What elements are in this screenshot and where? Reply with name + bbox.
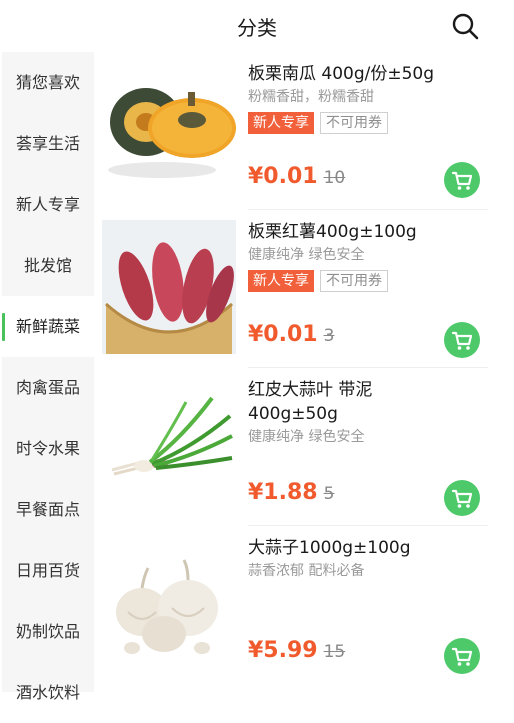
add-to-cart-button[interactable]	[444, 162, 480, 198]
product-price: ¥5.99	[248, 638, 318, 663]
product-desc: 蒜香浓郁 配料必备	[248, 563, 365, 579]
product-desc: 粉糯香甜，粉糯香甜	[248, 89, 374, 105]
product-name[interactable]: 板栗南瓜 400g/份±50g	[248, 62, 492, 86]
sidebar-item-label: 新人专享	[15, 195, 80, 214]
newcomer-tag: 新人专享	[248, 270, 314, 292]
sidebar-item-newcomer[interactable]: 新人专享	[2, 174, 94, 235]
product-price: ¥1.88	[248, 480, 318, 505]
search-button[interactable]	[449, 10, 481, 42]
product-name[interactable]: 大蒜子1000g±100g	[248, 536, 492, 560]
product-image[interactable]	[102, 62, 236, 196]
product-info: 红皮大蒜叶 带泥 400g±50g 健康纯净 绿色安全	[248, 378, 492, 448]
product-card[interactable]: 板栗红薯400g±100g 健康纯净 绿色安全 新人专享 不可用券 ¥0.01 3	[94, 210, 514, 368]
product-tags: 新人专享 不可用券	[248, 112, 492, 136]
original-price: 3	[323, 326, 335, 346]
product-name[interactable]: 红皮大蒜叶 带泥 400g±50g	[248, 378, 492, 426]
sidebar-item-fresh-vegetables[interactable]: 新鲜蔬菜	[2, 296, 94, 357]
sidebar-item-label: 日用百货	[15, 561, 80, 580]
product-list: 板栗南瓜 400g/份±50g 粉糯香甜，粉糯香甜 新人专享 不可用券 ¥0.01…	[94, 52, 514, 692]
sidebar-item-label: 猜您喜欢	[15, 73, 80, 92]
product-desc: 健康纯净 绿色安全	[248, 429, 365, 445]
product-info: 板栗南瓜 400g/份±50g 粉糯香甜，粉糯香甜 新人专享 不可用券	[248, 62, 492, 136]
product-name[interactable]: 板栗红薯400g±100g	[248, 220, 492, 244]
cart-icon	[451, 647, 473, 666]
sidebar-item-label: 时令水果	[15, 439, 80, 458]
product-price: ¥0.01	[248, 322, 318, 347]
product-info: 大蒜子1000g±100g 蒜香浓郁 配料必备	[248, 536, 492, 582]
product-card[interactable]: 板栗南瓜 400g/份±50g 粉糯香甜，粉糯香甜 新人专享 不可用券 ¥0.01…	[94, 52, 514, 210]
price-row: ¥0.01 3	[248, 322, 334, 352]
add-to-cart-button[interactable]	[444, 638, 480, 674]
no-coupon-tag: 不可用券	[320, 112, 388, 134]
original-price: 15	[323, 642, 346, 662]
cart-icon	[451, 331, 473, 350]
cart-icon	[451, 171, 473, 190]
product-card[interactable]: 红皮大蒜叶 带泥 400g±50g 健康纯净 绿色安全 ¥1.88 5	[94, 368, 514, 526]
sidebar-item-life[interactable]: 荟享生活	[2, 113, 94, 174]
sidebar-item-label: 荟享生活	[15, 134, 80, 153]
no-coupon-tag: 不可用券	[320, 270, 388, 292]
sidebar-item-label: 新鲜蔬菜	[15, 317, 80, 336]
product-image[interactable]	[102, 378, 236, 512]
sidebar-item-label: 早餐面点	[15, 500, 80, 519]
page-title: 分类	[237, 16, 277, 40]
sidebar-item-label: 批发馆	[23, 256, 72, 275]
sidebar-item-wholesale[interactable]: 批发馆	[2, 235, 94, 296]
category-sidebar: 猜您喜欢 荟享生活 新人专享 批发馆 新鲜蔬菜 肉禽蛋品 时令水果 早餐面点 日…	[2, 52, 94, 702]
sidebar-item-label: 酒水饮料	[15, 683, 80, 702]
product-image[interactable]	[102, 536, 236, 670]
garlic-leaf-image	[111, 396, 233, 476]
product-name-line-2: 400g±50g	[248, 404, 338, 424]
sidebar-item-label: 奶制饮品	[15, 622, 80, 641]
price-row: ¥0.01 10	[248, 164, 345, 194]
original-price: 10	[323, 168, 346, 188]
search-icon	[452, 13, 479, 40]
sidebar-item-label: 肉禽蛋品	[15, 378, 80, 397]
garlic-bulb-image	[116, 559, 218, 654]
sidebar-item-seasonal-fruit[interactable]: 时令水果	[2, 418, 94, 479]
top-bar: 分类	[0, 0, 514, 52]
sidebar-item-meat-eggs[interactable]: 肉禽蛋品	[2, 357, 94, 418]
product-image[interactable]	[102, 220, 236, 354]
add-to-cart-button[interactable]	[444, 322, 480, 358]
sidebar-item-guess-you-like[interactable]: 猜您喜欢	[2, 52, 94, 113]
product-desc: 健康纯净 绿色安全	[248, 247, 365, 263]
cart-icon	[451, 489, 473, 508]
sidebar-item-breakfast[interactable]: 早餐面点	[2, 479, 94, 540]
price-row: ¥5.99 15	[248, 638, 345, 668]
product-card[interactable]: 大蒜子1000g±100g 蒜香浓郁 配料必备 ¥5.99 15	[94, 526, 514, 684]
sweet-potato-image	[102, 220, 236, 354]
product-name-line-1: 红皮大蒜叶 带泥	[248, 380, 373, 400]
product-price: ¥0.01	[248, 164, 318, 189]
sidebar-item-dairy[interactable]: 奶制饮品	[2, 601, 94, 662]
sidebar-item-drinks[interactable]: 酒水饮料	[2, 662, 94, 723]
original-price: 5	[323, 484, 335, 504]
price-row: ¥1.88 5	[248, 480, 334, 510]
sidebar-item-daily-goods[interactable]: 日用百货	[2, 540, 94, 601]
add-to-cart-button[interactable]	[444, 480, 480, 516]
product-info: 板栗红薯400g±100g 健康纯净 绿色安全 新人专享 不可用券	[248, 220, 492, 294]
product-tags: 新人专享 不可用券	[248, 270, 492, 294]
newcomer-tag: 新人专享	[248, 112, 314, 134]
pumpkin-image	[108, 88, 236, 178]
